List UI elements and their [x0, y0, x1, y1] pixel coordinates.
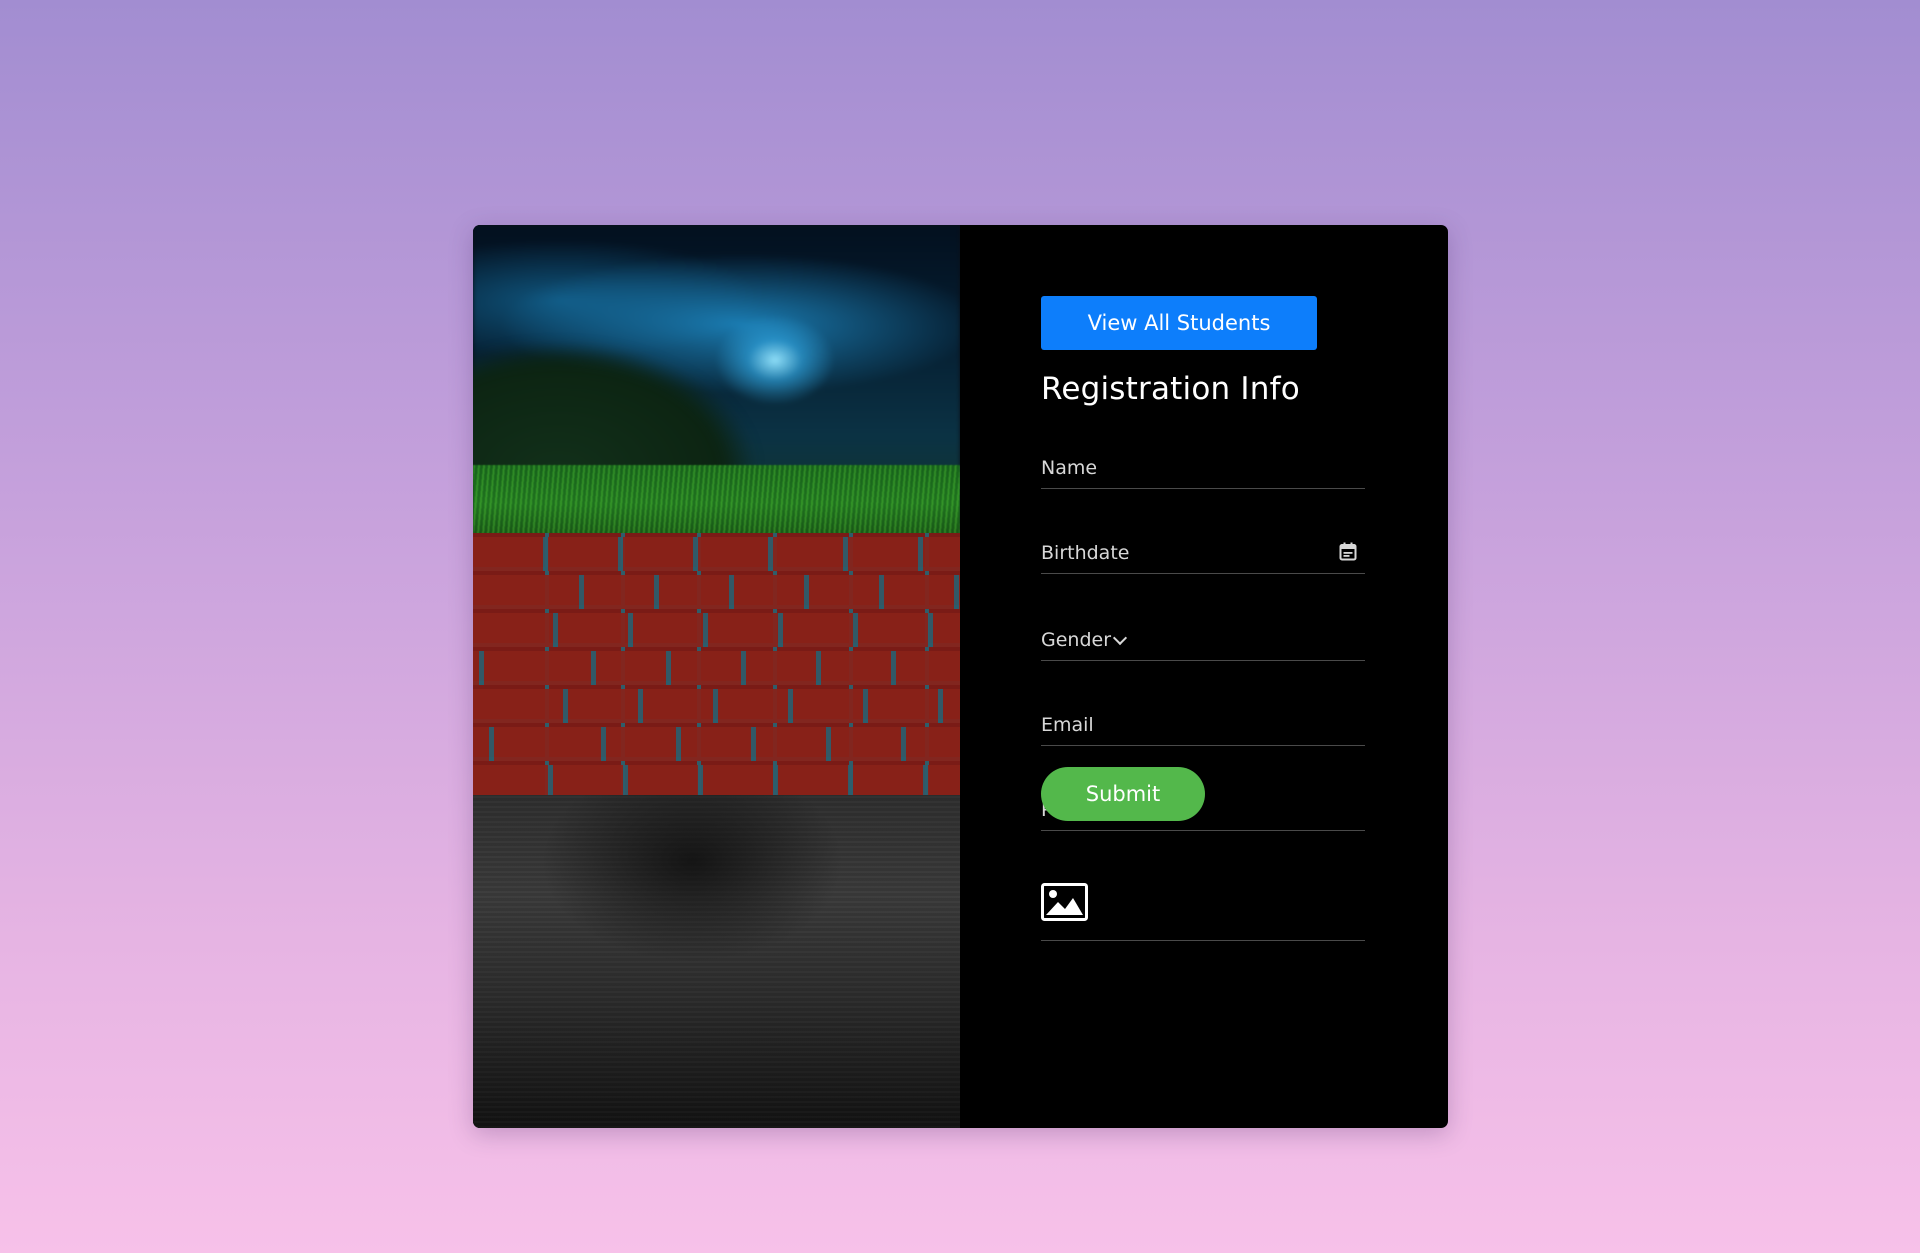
brick-row [473, 575, 960, 609]
email-input[interactable] [1041, 714, 1365, 736]
birthdate-input[interactable]: Birthdate [1041, 542, 1129, 564]
name-field-wrapper [1041, 448, 1365, 489]
chevron-down-icon [1112, 630, 1128, 646]
brick-row [473, 613, 960, 647]
image-icon[interactable] [1041, 883, 1088, 921]
grass-strip [473, 465, 960, 535]
brick-row [473, 651, 960, 685]
email-field-wrapper [1041, 705, 1365, 746]
calendar-icon[interactable] [1339, 542, 1357, 561]
birthdate-field-wrapper[interactable]: Birthdate [1041, 533, 1365, 574]
gender-select[interactable]: Gender [1041, 620, 1365, 661]
photo-upload-field[interactable] [1041, 880, 1365, 941]
form-title: Registration Info [1041, 371, 1300, 407]
brick-row [473, 727, 960, 761]
brick-wall [473, 533, 960, 799]
brick-row [473, 537, 960, 571]
decorative-photo [473, 225, 960, 1128]
view-all-students-button[interactable]: View All Students [1041, 296, 1317, 350]
registration-card: View All Students Registration Info Birt… [473, 225, 1448, 1128]
gender-label: Gender [1041, 629, 1112, 651]
submit-button[interactable]: Submit [1041, 767, 1205, 821]
registration-form: View All Students Registration Info Birt… [960, 225, 1448, 1128]
name-input[interactable] [1041, 457, 1365, 479]
brick-row [473, 765, 960, 799]
ground-floor [473, 795, 960, 1128]
brick-row [473, 689, 960, 723]
